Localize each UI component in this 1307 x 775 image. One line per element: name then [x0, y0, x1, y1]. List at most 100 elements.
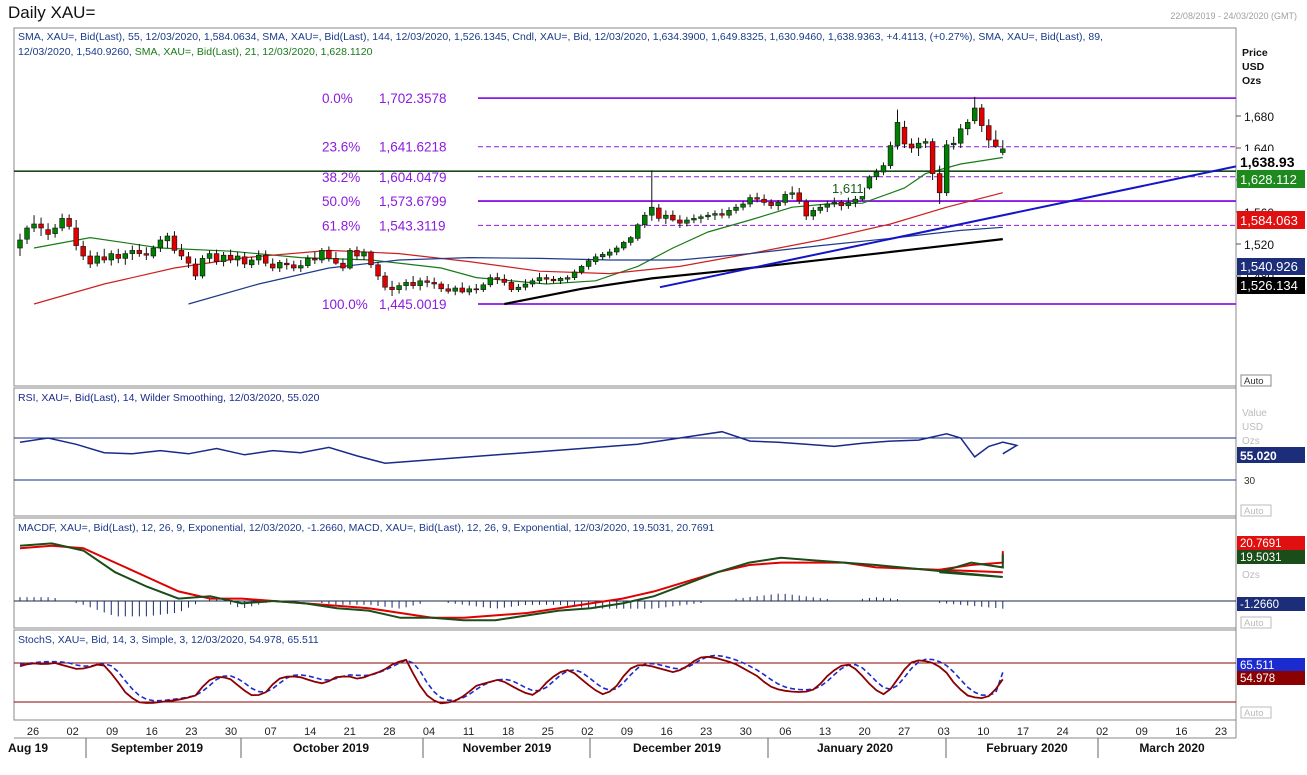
candle-up	[571, 271, 578, 278]
macd-value-label: 20.7691	[1240, 538, 1282, 550]
candle-down	[178, 250, 185, 257]
candle-down	[73, 227, 79, 246]
x-day-tick-label: 14	[304, 726, 316, 738]
candle-down	[143, 253, 150, 256]
candle-up	[592, 256, 599, 262]
x-day-tick-label: 26	[27, 726, 39, 738]
price-axis-title-1: Price	[1242, 47, 1268, 59]
candle-up	[649, 206, 655, 216]
stoch-legend: StochS, XAU=, Bid, 14, 3, Simple, 3, 12/…	[18, 634, 319, 646]
candle-up	[740, 203, 746, 208]
candle-down	[494, 277, 501, 280]
candle-up	[866, 176, 873, 189]
stoch-d-line	[19, 654, 1004, 702]
candle-down	[291, 264, 297, 269]
rsi-axis-title-2: USD	[1242, 422, 1263, 433]
fib-level-pct: 50.0%	[322, 194, 360, 209]
stoch-auto-label: Auto	[1244, 708, 1264, 719]
macd-panel-frame	[13, 517, 1237, 629]
candle-down	[670, 214, 676, 221]
x-axis-labels: 26 02 09 16 23 30 07 14 21 28 04 11 18 25 02 09 16 23 30 06…	[8, 726, 1227, 758]
x-month-label: December 2019	[633, 741, 721, 755]
rsi-legend: RSI, XAU=, Bid(Last), 14, Wilder Smoothi…	[18, 392, 320, 404]
x-month-label: Aug 19	[8, 741, 48, 755]
candle-up	[943, 144, 950, 194]
candle-up	[775, 202, 781, 206]
candle-down	[459, 287, 465, 293]
rsi-auto-label: Auto	[1244, 506, 1264, 517]
candle-down	[227, 254, 234, 261]
candle-up	[31, 223, 37, 229]
candle-up	[199, 258, 206, 277]
chart-canvas[interactable]: SMA, XAU=, Bid(Last), 55, 12/03/2020, 1,…	[0, 0, 1307, 775]
x-day-tick-label: 09	[621, 726, 633, 738]
candle-down	[761, 198, 767, 203]
candle-up	[972, 107, 978, 122]
candle-up	[466, 288, 472, 293]
candle-up	[515, 286, 522, 290]
candle-down	[838, 202, 845, 206]
candle-up	[1000, 148, 1006, 153]
candle-down	[38, 223, 44, 229]
candle-down	[241, 256, 248, 265]
fib-level-pct: 61.8%	[322, 218, 360, 233]
macd-auto-label: Auto	[1244, 618, 1264, 629]
x-day-tick-label: 16	[1175, 726, 1187, 738]
candle-down	[445, 288, 451, 292]
x-day-tick-label: 28	[383, 726, 395, 738]
candle-up	[417, 280, 423, 286]
candle-up	[880, 165, 887, 173]
candle-up	[557, 278, 564, 282]
candle-up	[698, 216, 704, 219]
candle-up	[403, 282, 409, 286]
x-day-tick-label: 07	[264, 726, 276, 738]
main-legend-line-1: SMA, XAU=, Bid(Last), 55, 12/03/2020, 1,…	[18, 31, 1103, 43]
x-month-label: January 2020	[817, 741, 893, 755]
candle-up	[59, 218, 65, 229]
x-day-tick-label: 16	[146, 726, 158, 738]
candle-up	[52, 227, 58, 234]
candle-up	[635, 224, 641, 239]
candle-down	[901, 126, 908, 145]
candle-up	[529, 280, 536, 285]
candle-down	[501, 278, 508, 283]
current-price-label: 1,638.93	[1240, 154, 1295, 170]
candle-down	[45, 229, 51, 235]
fib-level-value: 1,445.0019	[379, 297, 447, 312]
candle-up	[361, 251, 367, 257]
candle-up	[915, 142, 922, 149]
x-day-tick-label: 03	[938, 726, 950, 738]
candle-up	[894, 122, 901, 146]
candle-up	[164, 235, 171, 242]
main-legend-line-2a: 12/03/2020, 1,540.9260,	[18, 46, 135, 58]
candle-down	[368, 251, 374, 266]
candle-up	[642, 214, 648, 226]
sma21-label: 1,628.112	[1240, 172, 1297, 187]
candle-up	[733, 206, 739, 211]
candle-down	[136, 250, 143, 254]
fib-level-value: 1,573.6799	[379, 194, 447, 209]
stoch-plot-layer	[14, 654, 1236, 705]
price-tick-label: 1,520	[1244, 238, 1274, 252]
candle-up	[824, 203, 831, 208]
fib-level-pct: 0.0%	[322, 91, 353, 106]
candle-up	[705, 214, 711, 218]
x-day-tick-label: 23	[1215, 726, 1227, 738]
candle-down	[284, 262, 290, 266]
x-day-tick-label: 17	[1017, 726, 1029, 738]
candle-up	[234, 255, 241, 261]
candle-down	[677, 219, 683, 224]
candle-up	[613, 247, 620, 253]
candle-up	[305, 258, 311, 266]
x-day-tick-label: 04	[423, 726, 435, 738]
candle-up	[585, 260, 592, 267]
x-day-tick-label: 23	[185, 726, 197, 738]
candle-down	[803, 201, 809, 217]
main-legend-line-2: 12/03/2020, 1,540.9260, SMA, XAU=, Bid(L…	[18, 46, 373, 58]
x-day-tick-label: 02	[581, 726, 593, 738]
candle-down	[185, 256, 192, 264]
candle-up	[852, 198, 859, 203]
candle-down	[508, 282, 515, 290]
candle-up	[480, 284, 487, 290]
sma89-line	[188, 226, 1003, 305]
